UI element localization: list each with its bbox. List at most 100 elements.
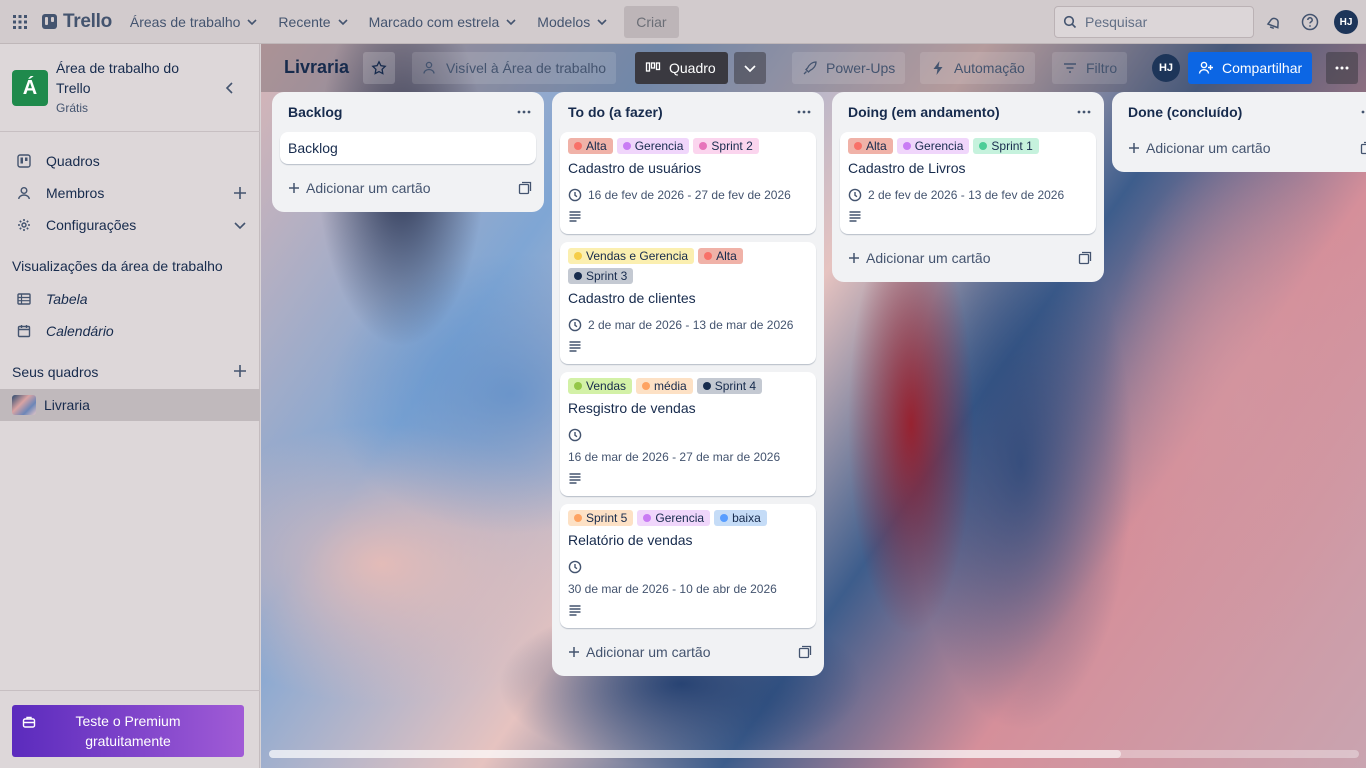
views-dropdown-button[interactable] (734, 52, 766, 84)
card[interactable]: Vendas média Sprint 4 Resgistro de vendas 16… (560, 372, 816, 496)
card-label[interactable]: Gerencia (637, 510, 711, 526)
add-card-button[interactable]: Adicionar um cartão (560, 636, 816, 668)
sidebar-item-table[interactable]: Tabela (0, 283, 260, 315)
workspace-plan: Grátis (56, 101, 89, 115)
add-board-icon[interactable] (232, 363, 248, 379)
card[interactable]: Vendas e Gerencia Alta Sprint 3 Cadastro de… (560, 242, 816, 364)
add-card-button[interactable]: Adicionar um cartão (1120, 132, 1366, 164)
board-view-button[interactable]: Quadro (635, 52, 728, 84)
card[interactable]: Alta Gerencia Sprint 2 Cadastro de usuários… (560, 132, 816, 234)
plus-icon (849, 253, 859, 263)
automation-button[interactable]: Automação (920, 52, 1035, 84)
sidebar-board-livraria[interactable]: Livraria (0, 389, 260, 421)
list-menu-icon[interactable] (516, 104, 532, 120)
add-member-icon[interactable] (232, 185, 248, 201)
menu-recent[interactable]: Recente (268, 6, 358, 38)
card[interactable]: Alta Gerencia Sprint 1 Cadastro de Livros 2 … (840, 132, 1096, 234)
card-template-icon[interactable] (518, 181, 532, 195)
search-icon (1063, 15, 1077, 29)
card-label[interactable]: Alta (568, 138, 613, 154)
list-header[interactable]: Backlog (272, 92, 544, 132)
search-field[interactable]: Pesquisar (1054, 6, 1254, 38)
card-description-badge (848, 206, 1088, 226)
card[interactable]: Sprint 5 Gerencia baixa Relatório de vendas… (560, 504, 816, 628)
label-color-dot (574, 382, 582, 390)
add-card-button[interactable]: Adicionar um cartão (280, 172, 536, 204)
card-dates-badge[interactable]: 2 de mar de 2026 - 13 de mar de 2026 (568, 314, 808, 336)
power-ups-button[interactable]: Power-Ups (792, 52, 906, 84)
plus-icon (569, 647, 579, 657)
label-color-dot (643, 514, 652, 522)
collapse-sidebar-icon[interactable] (222, 80, 238, 96)
card-backlog[interactable]: Backlog (280, 132, 536, 164)
scrollbar-thumb[interactable] (269, 750, 1121, 758)
card-label[interactable]: Sprint 5 (568, 510, 634, 526)
filter-icon (1064, 63, 1076, 73)
board-title[interactable]: Livraria (284, 57, 349, 78)
board-member-avatar[interactable]: HJ (1152, 54, 1180, 82)
card-template-icon[interactable] (798, 645, 812, 659)
list-header[interactable]: Done (concluído) (1112, 92, 1366, 132)
menu-workspaces[interactable]: Áreas de trabalho (120, 6, 269, 38)
list-menu-icon[interactable] (796, 104, 812, 120)
user-avatar[interactable]: HJ (1334, 10, 1358, 34)
card-label[interactable]: Alta (848, 138, 893, 154)
workspace-name[interactable]: Área de trabalho do Trello (56, 58, 206, 98)
filter-button[interactable]: Filtro (1052, 52, 1128, 84)
your-boards-row: Seus quadros (0, 356, 260, 386)
list-menu-icon[interactable] (1360, 104, 1366, 120)
visibility-button[interactable]: Visível à Área de trabalho (412, 52, 617, 84)
card-label[interactable]: Sprint 4 (696, 378, 763, 394)
card-label[interactable]: Sprint 3 (568, 268, 634, 284)
card-template-icon[interactable] (1078, 251, 1092, 265)
list-header[interactable]: To do (a fazer) (552, 92, 824, 132)
star-board-button[interactable] (363, 52, 395, 84)
card-label[interactable]: Gerencia (896, 138, 970, 154)
card-label[interactable]: baixa (714, 510, 767, 526)
description-icon (569, 211, 581, 222)
add-card-button[interactable]: Adicionar um cartão (840, 242, 1096, 274)
create-button[interactable]: Criar (624, 5, 679, 38)
card-label[interactable]: Gerencia (616, 138, 690, 154)
card-label[interactable]: Vendas (568, 378, 633, 394)
sidebar-item-settings[interactable]: Configurações (0, 209, 260, 241)
add-card-label: Adicionar um cartão (1146, 140, 1271, 156)
card-dates-badge[interactable]: 30 de mar de 2026 - 10 de abr de 2026 (568, 556, 808, 600)
sidebar-item-members[interactable]: Membros (0, 177, 260, 209)
sidebar-item-boards[interactable]: Quadros (0, 145, 260, 177)
label-color-dot (854, 142, 862, 150)
description-icon (569, 473, 581, 484)
card-label[interactable]: Vendas e Gerencia (568, 248, 695, 264)
card-description-badge (568, 600, 808, 620)
card-label[interactable]: Sprint 1 (973, 138, 1039, 154)
menu-starred[interactable]: Marcado com estrela (359, 6, 528, 38)
card-dates-badge[interactable]: 2 de fev de 2026 - 13 de fev de 2026 (848, 184, 1088, 206)
horizontal-scrollbar[interactable] (269, 750, 1359, 758)
top-bar: Trello Áreas de trabalho Recente Marcado… (0, 0, 1366, 44)
list-menu-icon[interactable] (1076, 104, 1092, 120)
menu-templates[interactable]: Modelos (527, 6, 618, 38)
label-color-dot (574, 142, 582, 150)
visibility-label: Visível à Área de trabalho (446, 60, 607, 76)
sidebar-item-calendar[interactable]: Calendário (0, 315, 260, 347)
card-dates-badge[interactable]: 16 de mar de 2026 - 27 de mar de 2026 (568, 424, 808, 468)
board-menu-button[interactable] (1326, 52, 1358, 84)
card-dates-badge[interactable]: 16 de fev de 2026 - 27 de fev de 2026 (568, 184, 808, 206)
card-template-icon[interactable] (1360, 141, 1366, 155)
share-button[interactable]: Compartilhar (1188, 52, 1313, 84)
board-view-icon (645, 62, 661, 72)
trello-logo[interactable]: Trello (40, 6, 120, 38)
card-label[interactable]: Sprint 2 (693, 138, 759, 154)
card-title: Relatório de vendas (568, 532, 693, 548)
views-heading: Visualizações da área de trabalho (12, 258, 223, 274)
notifications-icon[interactable] (1262, 10, 1286, 34)
card-label[interactable]: Alta (698, 248, 743, 264)
person-icon (16, 185, 32, 201)
premium-trial-button[interactable]: Teste o Premium gratuitamente (12, 705, 244, 757)
list-header[interactable]: Doing (em andamento) (832, 92, 1104, 132)
card-label[interactable]: média (636, 378, 693, 394)
apps-grid-icon[interactable] (0, 0, 40, 44)
help-icon[interactable] (1298, 10, 1322, 34)
workspace-avatar[interactable]: Á (12, 70, 48, 106)
chevron-down-icon[interactable] (232, 217, 248, 233)
